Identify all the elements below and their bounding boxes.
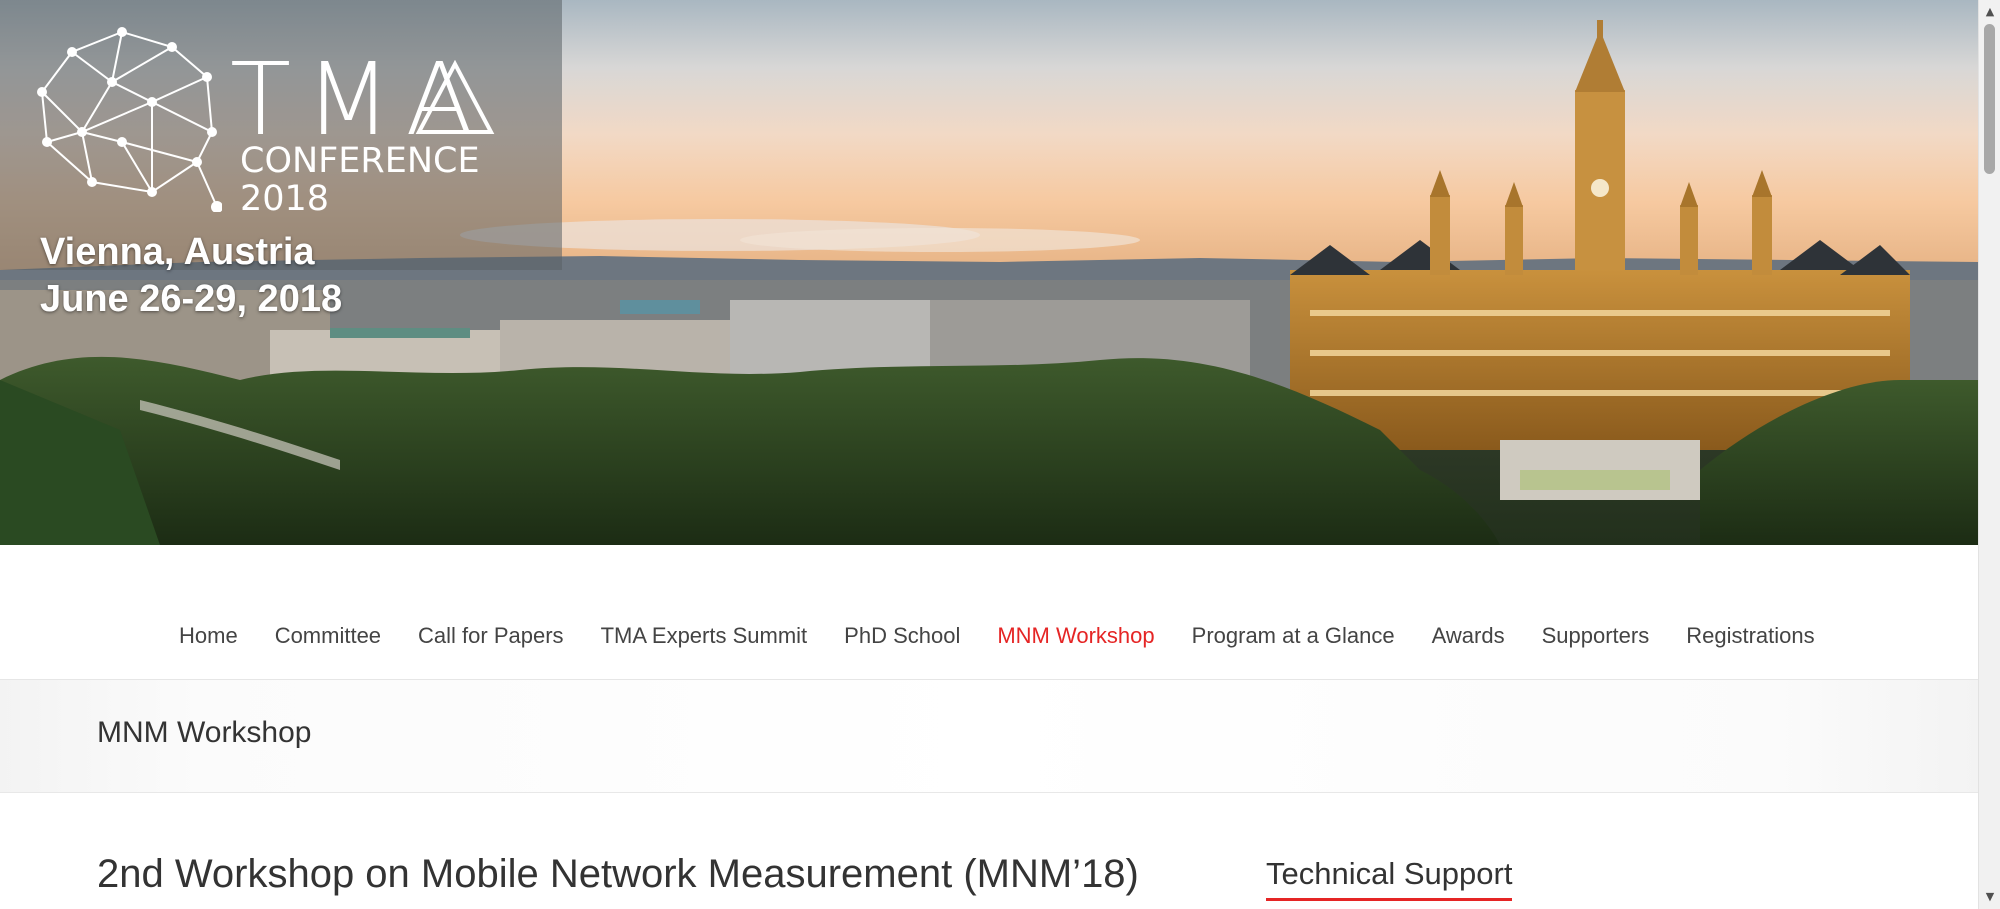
main-navigation: Home Committee Call for Papers TMA Exper… bbox=[0, 545, 1978, 680]
nav-item-tma-experts-summit[interactable]: TMA Experts Summit bbox=[601, 623, 808, 649]
nav-item-phd-school[interactable]: PhD School bbox=[844, 623, 960, 649]
page-title: MNM Workshop bbox=[97, 716, 312, 749]
conference-location: Vienna, Austria bbox=[40, 231, 315, 273]
article-title: 2nd Workshop on Mobile Network Measureme… bbox=[97, 852, 1139, 896]
brain-network-logo-icon bbox=[37, 27, 222, 212]
nav-item-program-at-a-glance[interactable]: Program at a Glance bbox=[1192, 623, 1395, 649]
triangle-up-icon[interactable]: ▲ bbox=[1979, 2, 2000, 22]
nav-item-home[interactable]: Home bbox=[179, 623, 238, 649]
page: TMA CONFERENCE 2018 Vienna, Austria June… bbox=[0, 0, 1978, 909]
scrollbar-thumb[interactable] bbox=[1984, 24, 1995, 174]
page-scrollbar[interactable]: ▲ ▼ bbox=[1978, 0, 2000, 909]
nav-item-committee[interactable]: Committee bbox=[275, 623, 381, 649]
sidebar-widget-title: Technical Support bbox=[1266, 856, 1513, 901]
hero-banner: TMA CONFERENCE 2018 Vienna, Austria June… bbox=[0, 0, 1978, 545]
nav-menu: Home Committee Call for Papers TMA Exper… bbox=[179, 623, 1852, 649]
nav-item-supporters[interactable]: Supporters bbox=[1542, 623, 1650, 649]
nav-item-registrations[interactable]: Registrations bbox=[1686, 623, 1814, 649]
page-title-band: MNM Workshop bbox=[0, 680, 1978, 793]
conference-dates: June 26-29, 2018 bbox=[40, 278, 343, 320]
logo-conference-text: CONFERENCE bbox=[240, 141, 480, 181]
nav-item-awards[interactable]: Awards bbox=[1432, 623, 1505, 649]
triangle-down-icon[interactable]: ▼ bbox=[1979, 887, 2000, 907]
nav-item-mnm-workshop[interactable]: MNM Workshop bbox=[997, 623, 1154, 649]
logo-year-text: 2018 bbox=[240, 179, 330, 219]
logo-triangle-icon bbox=[415, 60, 495, 134]
nav-item-call-for-papers[interactable]: Call for Papers bbox=[418, 623, 564, 649]
logo-panel: TMA CONFERENCE 2018 bbox=[0, 0, 562, 270]
